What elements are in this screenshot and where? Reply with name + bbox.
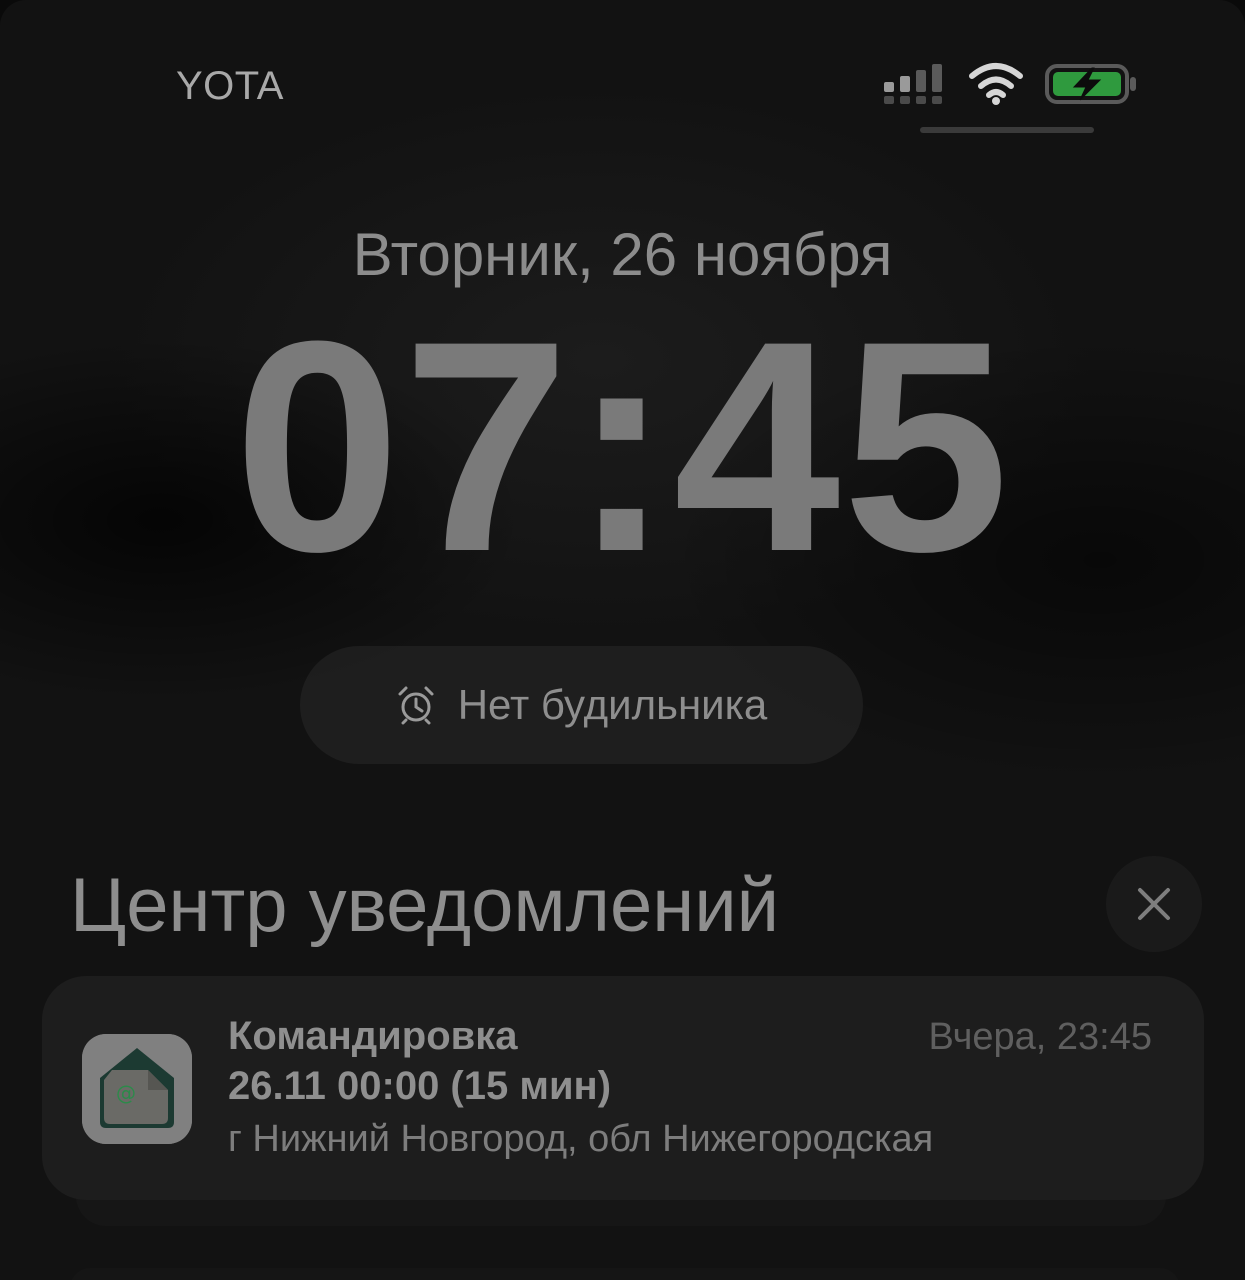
wifi-icon bbox=[969, 63, 1023, 105]
mail-app-icon: @ bbox=[82, 1034, 192, 1144]
lock-screen: YOTA Вторник, 26 ноября 07:45 Нет будиль… bbox=[0, 0, 1245, 1280]
notification-card[interactable]: @ Командировка Вчера, 23:45 26.11 00:00 … bbox=[42, 976, 1204, 1200]
close-icon bbox=[1138, 888, 1170, 920]
battery-charging-icon bbox=[1045, 64, 1136, 104]
notification-center-title: Центр уведомлений bbox=[70, 863, 780, 948]
notification-title: Командировка bbox=[228, 1014, 518, 1058]
notification-event-time: 26.11 00:00 (15 мин) bbox=[228, 1064, 612, 1108]
alarm-label: Нет будильника bbox=[457, 681, 768, 728]
status-bar: YOTA bbox=[0, 0, 1245, 140]
notification-location: г Нижний Новгород, обл Нижегородская bbox=[228, 1118, 934, 1160]
top-indicator-bar bbox=[920, 127, 1094, 133]
next-notification-edge bbox=[70, 1268, 1180, 1280]
lock-time: 07:45 bbox=[233, 278, 1012, 614]
alarm-button[interactable]: Нет будильника bbox=[300, 646, 863, 764]
notification-timestamp: Вчера, 23:45 bbox=[928, 1016, 1153, 1058]
svg-text:@: @ bbox=[116, 1081, 136, 1105]
cellular-signal-icon bbox=[884, 64, 942, 104]
clear-notifications-button[interactable] bbox=[1106, 856, 1202, 952]
carrier-name: YOTA bbox=[176, 64, 284, 108]
alarm-clock-icon bbox=[398, 686, 434, 725]
